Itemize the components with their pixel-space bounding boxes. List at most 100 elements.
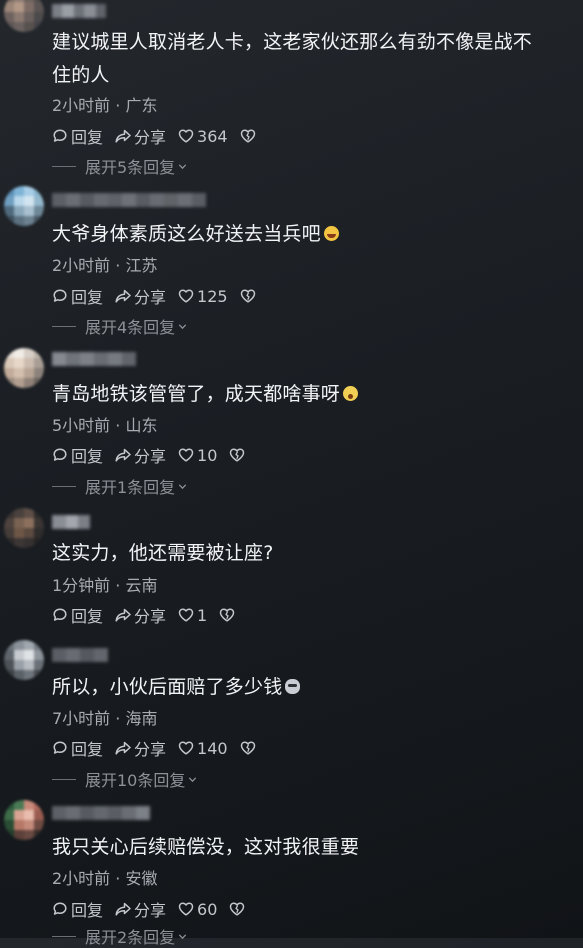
comment-meta: 2小时前 · 江苏 — [52, 256, 158, 275]
share-button[interactable]: 分享 — [115, 897, 166, 921]
dislike-button[interactable] — [240, 128, 256, 144]
share-arrow-icon — [115, 448, 131, 462]
dislike-button[interactable] — [240, 740, 256, 756]
share-label: 分享 — [134, 288, 167, 307]
reply-label: 回复 — [71, 447, 104, 466]
username-blurred[interactable] — [52, 515, 90, 529]
share-button[interactable]: 分享 — [115, 603, 166, 627]
comment-text-line: 住的人 — [52, 64, 110, 86]
expand-replies[interactable]: 展开1条回复 — [52, 476, 188, 497]
like-count: 125 — [197, 286, 228, 306]
speech-bubble-icon — [53, 741, 67, 754]
expand-replies[interactable]: 展开10条回复 — [52, 769, 198, 790]
username-blurred[interactable] — [52, 806, 150, 820]
username-blurred[interactable] — [52, 648, 108, 662]
username-blurred[interactable] — [52, 352, 136, 366]
reply-button[interactable]: 回复 — [52, 897, 103, 921]
heart-outline-icon — [178, 741, 194, 755]
avatar[interactable] — [4, 508, 44, 548]
comment-actions: 回复 分享 60 — [52, 897, 257, 921]
like-button[interactable]: 364 — [178, 127, 228, 146]
comment-actions: 回复 分享 1 — [52, 603, 247, 627]
like-count: 60 — [197, 899, 218, 919]
like-button[interactable]: 60 — [178, 900, 217, 919]
share-button[interactable]: 分享 — [115, 124, 166, 148]
expand-label: 展开1条回复 — [85, 478, 176, 497]
chevron-down-icon — [179, 483, 187, 489]
expand-replies[interactable]: 展开5条回复 — [52, 156, 188, 177]
comment-text-content: 青岛地铁该管管了，成天都啥事呀 — [52, 383, 341, 405]
share-label: 分享 — [134, 607, 167, 626]
avatar[interactable] — [4, 800, 44, 840]
expand-replies[interactable]: 展开2条回复 — [52, 926, 188, 947]
speech-bubble-icon — [53, 448, 67, 461]
like-button[interactable]: 125 — [178, 287, 228, 306]
share-arrow-icon — [115, 608, 131, 622]
like-count: 364 — [197, 126, 228, 146]
share-arrow-icon — [115, 129, 131, 143]
reply-button[interactable]: 回复 — [52, 736, 103, 760]
reply-button[interactable]: 回复 — [52, 124, 103, 148]
reply-label: 回复 — [71, 901, 104, 920]
username-blurred[interactable] — [52, 4, 106, 18]
reply-label: 回复 — [71, 288, 104, 307]
laughing-face-emoji — [323, 226, 339, 241]
comment-actions: 回复 分享 140 — [52, 736, 268, 760]
expand-replies[interactable]: 展开4条回复 — [52, 316, 188, 337]
comment-text: 建议城里人取消老人卡，这老家伙还那么有劲不像是战不 住的人 — [52, 26, 580, 92]
chevron-down-icon — [189, 776, 197, 782]
expand-divider — [52, 325, 76, 327]
dislike-button[interactable] — [229, 901, 245, 917]
cat-face-emoji — [285, 679, 301, 694]
share-button[interactable]: 分享 — [115, 443, 166, 467]
comment-meta: 7小时前 · 海南 — [52, 709, 158, 728]
speech-bubble-icon — [53, 608, 67, 621]
dislike-button[interactable] — [219, 607, 235, 623]
comment-meta: 2小时前 · 广东 — [52, 96, 158, 115]
heart-outline-icon — [178, 289, 194, 303]
chevron-down-icon — [179, 933, 187, 939]
avatar[interactable] — [4, 348, 44, 388]
avatar[interactable] — [4, 0, 44, 32]
comment-text: 这实力，他还需要被让座? — [52, 537, 580, 570]
reply-button[interactable]: 回复 — [52, 443, 103, 467]
reply-label: 回复 — [71, 607, 104, 626]
comment-actions: 回复 分享 10 — [52, 443, 257, 467]
broken-heart-icon — [240, 289, 255, 303]
heart-outline-icon — [178, 448, 194, 462]
username-blurred[interactable] — [52, 193, 206, 207]
surprised-face-emoji — [343, 386, 359, 401]
like-count: 140 — [197, 738, 228, 758]
share-arrow-icon — [115, 289, 131, 303]
expand-divider — [52, 165, 76, 167]
chevron-down-icon — [179, 323, 187, 329]
share-label: 分享 — [134, 740, 167, 759]
comment-text: 所以，小伙后面赔了多少钱 — [52, 671, 580, 704]
share-arrow-icon — [115, 741, 131, 755]
share-button[interactable]: 分享 — [115, 284, 166, 308]
share-label: 分享 — [134, 128, 167, 147]
dislike-button[interactable] — [229, 447, 245, 463]
broken-heart-icon — [240, 741, 255, 755]
share-button[interactable]: 分享 — [115, 736, 166, 760]
like-button[interactable]: 10 — [178, 446, 217, 465]
expand-label: 展开4条回复 — [85, 318, 176, 337]
dislike-button[interactable] — [240, 288, 256, 304]
heart-outline-icon — [178, 902, 194, 916]
share-label: 分享 — [134, 901, 167, 920]
comment-text-content: 所以，小伙后面赔了多少钱 — [52, 676, 283, 698]
expand-divider — [52, 935, 76, 937]
like-count: 10 — [197, 445, 218, 465]
broken-heart-icon — [240, 129, 255, 143]
expand-label: 展开10条回复 — [85, 771, 186, 790]
avatar[interactable] — [4, 186, 44, 226]
like-button[interactable]: 1 — [178, 606, 207, 625]
avatar[interactable] — [4, 640, 44, 680]
reply-label: 回复 — [71, 128, 104, 147]
reply-button[interactable]: 回复 — [52, 284, 103, 308]
share-label: 分享 — [134, 447, 167, 466]
chevron-down-icon — [179, 163, 187, 169]
expand-label: 展开2条回复 — [85, 928, 176, 947]
reply-button[interactable]: 回复 — [52, 603, 103, 627]
like-button[interactable]: 140 — [178, 739, 228, 758]
